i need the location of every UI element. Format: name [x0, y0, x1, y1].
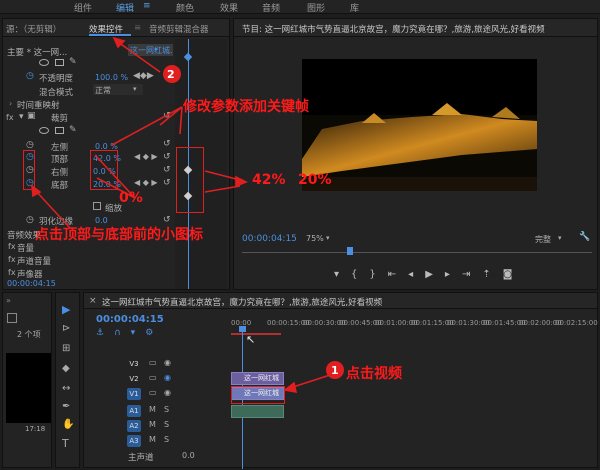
- annotation-zero-percent: 0%: [119, 190, 143, 206]
- annotation-click-icons: 点击顶部与底部前的小图标: [35, 227, 203, 243]
- annotation-modify-params: 修改参数添加关键帧: [183, 99, 309, 115]
- annotation-click-video: 点击视频: [346, 366, 402, 382]
- annotation-20-percent: 20%: [298, 172, 332, 188]
- step-2-badge: 2: [167, 68, 175, 81]
- annotation-42-percent: 42%: [252, 172, 286, 188]
- step-1-badge: 1: [331, 364, 339, 377]
